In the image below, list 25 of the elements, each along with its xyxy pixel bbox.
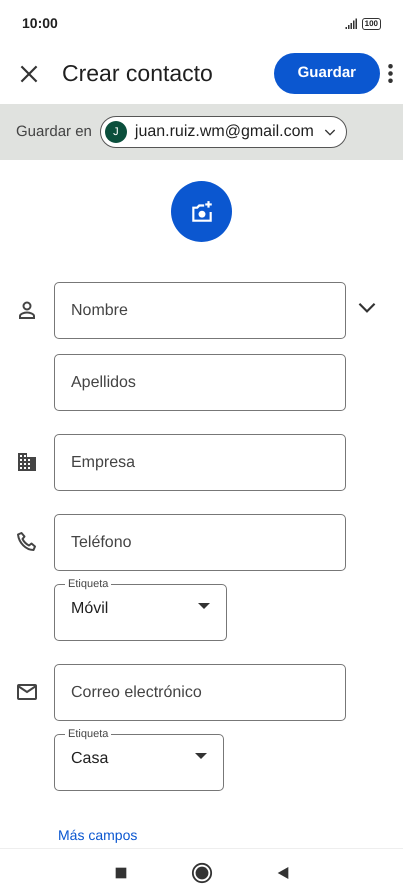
- account-email: juan.ruiz.wm@gmail.com: [134, 122, 314, 142]
- save-button[interactable]: Guardar: [274, 53, 380, 94]
- text-field[interactable]: Correo electrónico: [54, 664, 346, 721]
- account-selector[interactable]: J juan.ruiz.wm@gmail.com: [100, 116, 347, 148]
- more-options-icon: [388, 64, 393, 83]
- dropdown-arrow-icon: [195, 752, 207, 758]
- recent-apps-button[interactable]: [112, 864, 128, 880]
- screen-title: Crear contacto: [62, 59, 214, 88]
- signal-icon: [344, 18, 358, 30]
- home-button[interactable]: [190, 862, 212, 884]
- text-field[interactable]: Empresa: [54, 434, 346, 491]
- label-dropdown[interactable]: Etiqueta Móvil: [54, 579, 227, 641]
- more-options-button[interactable]: [388, 62, 393, 86]
- avatar: J: [104, 121, 127, 143]
- more-fields-link[interactable]: Más campos: [58, 825, 138, 846]
- text-field[interactable]: Teléfono: [54, 514, 346, 571]
- phone-icon: [15, 530, 39, 554]
- text-field[interactable]: Apellidos: [54, 354, 346, 411]
- label-dropdown[interactable]: Etiqueta Casa: [54, 729, 224, 791]
- clock-time: 10:00: [22, 14, 58, 33]
- text-field[interactable]: Nombre: [54, 282, 346, 339]
- dropdown-arrow-icon: [198, 602, 210, 608]
- battery-indicator: 100: [362, 18, 381, 30]
- building-icon: [15, 450, 39, 474]
- save-to-label: Guardar en: [16, 122, 92, 142]
